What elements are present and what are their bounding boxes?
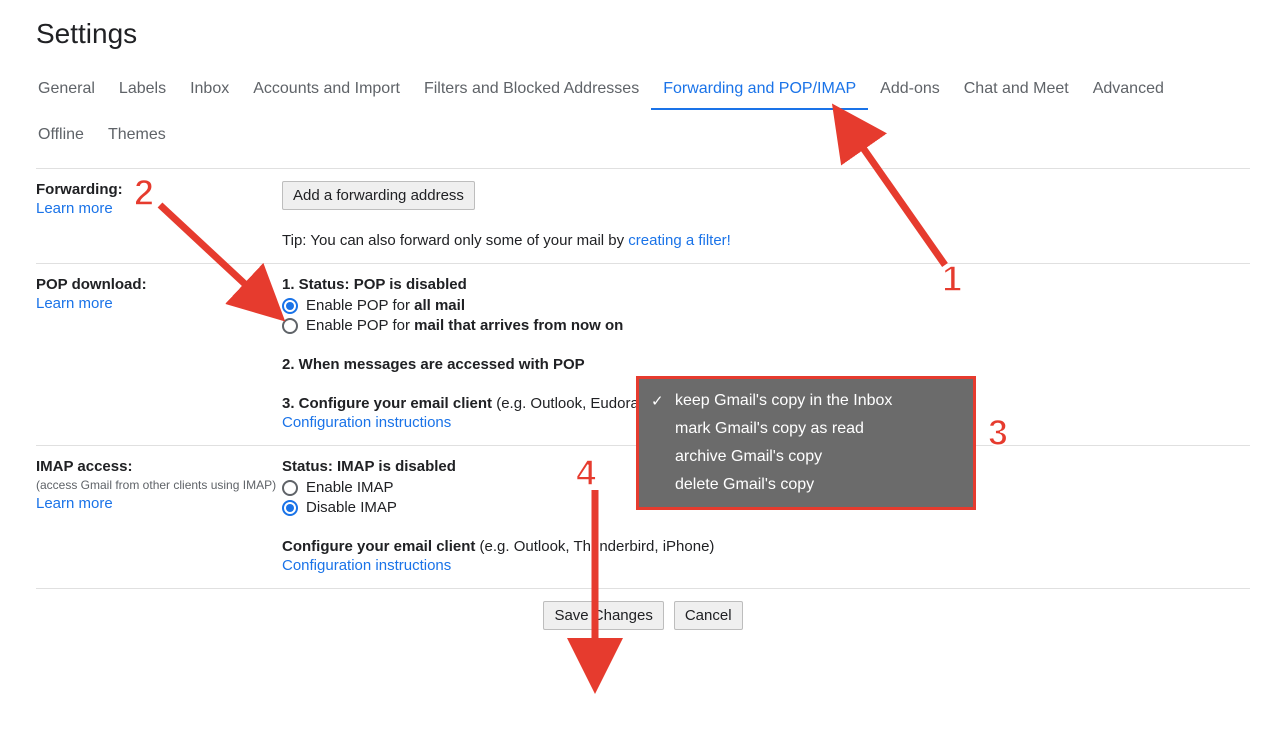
imap-radio1-label: Enable IMAP [306, 479, 394, 496]
tab-labels[interactable]: Labels [107, 72, 178, 110]
dropdown-archive[interactable]: archive Gmail's copy [639, 443, 973, 471]
tab-addons[interactable]: Add-ons [868, 72, 952, 110]
pop-heading: POP download: [36, 276, 282, 293]
tab-forwarding-pop-imap[interactable]: Forwarding and POP/IMAP [651, 72, 868, 110]
tab-accounts[interactable]: Accounts and Import [241, 72, 412, 110]
tab-inbox[interactable]: Inbox [178, 72, 241, 110]
tab-filters[interactable]: Filters and Blocked Addresses [412, 72, 651, 110]
pop-step2-label: 2. When messages are accessed with POP [282, 356, 585, 373]
imap-learn-more-link[interactable]: Learn more [36, 495, 113, 512]
imap-radio2-label: Disable IMAP [306, 499, 397, 516]
footer-buttons: Save Changes Cancel [36, 589, 1250, 650]
tab-advanced[interactable]: Advanced [1081, 72, 1176, 110]
page-title: Settings [36, 18, 1250, 50]
pop-status-value: POP is disabled [354, 276, 467, 293]
dropdown-keep-inbox[interactable]: keep Gmail's copy in the Inbox [639, 387, 973, 415]
cancel-button[interactable]: Cancel [674, 601, 743, 630]
imap-config-instructions-link[interactable]: Configuration instructions [282, 557, 451, 574]
pop-radio1-label: Enable POP for all mail [306, 297, 465, 314]
dropdown-delete[interactable]: delete Gmail's copy [639, 471, 973, 499]
radio-icon [282, 480, 298, 496]
save-changes-button[interactable]: Save Changes [543, 601, 663, 630]
pop-enable-from-now-radio[interactable]: Enable POP for mail that arrives from no… [282, 317, 1250, 334]
add-forwarding-address-button[interactable]: Add a forwarding address [282, 181, 475, 210]
pop-action-dropdown-menu[interactable]: keep Gmail's copy in the Inbox mark Gmai… [636, 376, 976, 510]
settings-tabs-row2: Offline Themes [36, 118, 1250, 156]
forwarding-tip-text: Tip: You can also forward only some of y… [282, 232, 628, 249]
forwarding-learn-more-link[interactable]: Learn more [36, 200, 113, 217]
pop-radio2-label: Enable POP for mail that arrives from no… [306, 317, 623, 334]
create-filter-link[interactable]: creating a filter! [628, 232, 731, 249]
pop-config-instructions-link[interactable]: Configuration instructions [282, 414, 451, 431]
radio-icon [282, 500, 298, 516]
tab-offline[interactable]: Offline [36, 118, 96, 156]
settings-tabs-row1: General Labels Inbox Accounts and Import… [36, 72, 1250, 110]
pop-learn-more-link[interactable]: Learn more [36, 295, 113, 312]
forwarding-heading: Forwarding: [36, 181, 282, 198]
pop-status: 1. Status: POP is disabled [282, 276, 1250, 293]
imap-config-label: Configure your email client (e.g. Outloo… [282, 538, 1250, 555]
tab-general[interactable]: General [36, 72, 107, 110]
forwarding-section: Forwarding: Learn more Add a forwarding … [36, 169, 1250, 264]
imap-status-value: IMAP is disabled [337, 458, 456, 475]
forwarding-tip: Tip: You can also forward only some of y… [282, 232, 1250, 249]
imap-subtext: (access Gmail from other clients using I… [36, 477, 282, 493]
dropdown-mark-read[interactable]: mark Gmail's copy as read [639, 415, 973, 443]
imap-heading: IMAP access: [36, 458, 282, 475]
radio-icon [282, 318, 298, 334]
pop-enable-all-mail-radio[interactable]: Enable POP for all mail [282, 297, 1250, 314]
imap-status-prefix: Status: [282, 458, 337, 475]
tab-chat-meet[interactable]: Chat and Meet [952, 72, 1081, 110]
radio-icon [282, 298, 298, 314]
tab-themes[interactable]: Themes [96, 118, 178, 156]
pop-status-prefix: 1. Status: [282, 276, 354, 293]
